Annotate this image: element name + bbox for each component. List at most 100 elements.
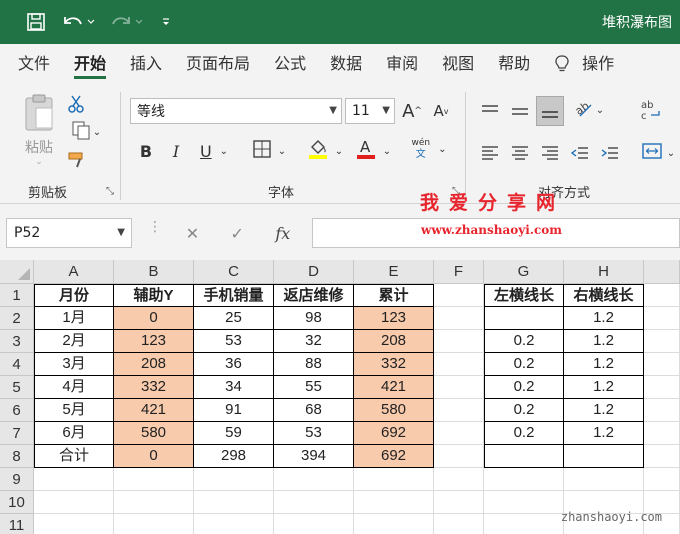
table-cell[interactable]: 4月 <box>34 376 114 399</box>
table-header-cell[interactable]: 右横线长 <box>564 284 644 307</box>
empty-cell[interactable] <box>484 514 564 534</box>
row-header-3[interactable]: 3 <box>0 330 34 353</box>
save-icon[interactable] <box>22 10 50 34</box>
table-cell[interactable]: 1.2 <box>564 330 644 353</box>
empty-cell[interactable] <box>114 468 194 491</box>
table-cell[interactable]: 合计 <box>34 445 114 468</box>
empty-cell[interactable] <box>564 468 644 491</box>
worksheet-grid[interactable]: A B C D E F G H 1 2 3 4 5 6 7 8 9 10 11 月份 辅助Y 手机销量 返店维修 累计 1月 0 2… <box>0 260 680 534</box>
tab-view[interactable]: 视图 <box>430 44 486 84</box>
column-header-b[interactable]: B <box>114 260 194 284</box>
table-cell[interactable]: 55 <box>274 376 354 399</box>
table-header-cell[interactable]: 辅助Y <box>114 284 194 307</box>
table-cell[interactable] <box>484 307 564 330</box>
table-cell[interactable]: 1.2 <box>564 307 644 330</box>
table-cell[interactable]: 34 <box>194 376 274 399</box>
table-cell[interactable]: 332 <box>114 376 194 399</box>
empty-cell[interactable] <box>434 330 484 353</box>
bold-icon[interactable]: B <box>136 138 156 164</box>
empty-cell[interactable] <box>194 468 274 491</box>
increase-font-icon[interactable]: A ^ <box>399 98 425 124</box>
column-header-g[interactable]: G <box>484 260 564 284</box>
select-all-button[interactable] <box>0 260 34 284</box>
empty-cell[interactable] <box>114 491 194 514</box>
empty-cell[interactable] <box>434 376 484 399</box>
table-cell[interactable]: 32 <box>274 330 354 353</box>
merge-center-button[interactable]: ⌄ <box>636 140 680 166</box>
table-cell[interactable]: 59 <box>194 422 274 445</box>
table-cell[interactable]: 1月 <box>34 307 114 330</box>
table-header-cell[interactable]: 累计 <box>354 284 434 307</box>
tab-insert[interactable]: 插入 <box>118 44 174 84</box>
column-header-e[interactable]: E <box>354 260 434 284</box>
fill-color-button[interactable]: ⌄ <box>304 138 346 164</box>
cancel-icon[interactable]: ✕ <box>186 224 199 243</box>
empty-cell[interactable] <box>484 491 564 514</box>
table-cell[interactable]: 332 <box>354 353 434 376</box>
column-header-c[interactable]: C <box>194 260 274 284</box>
row-header-9[interactable]: 9 <box>0 468 34 491</box>
table-cell[interactable]: 88 <box>274 353 354 376</box>
table-cell[interactable]: 692 <box>354 422 434 445</box>
copy-button[interactable]: ⌄ <box>66 120 106 144</box>
decrease-font-icon[interactable]: Av <box>428 98 454 124</box>
tab-formulas[interactable]: 公式 <box>262 44 318 84</box>
align-right-icon[interactable] <box>538 140 562 166</box>
table-cell[interactable]: 208 <box>354 330 434 353</box>
empty-cell[interactable] <box>434 307 484 330</box>
row-header-11[interactable]: 11 <box>0 514 34 534</box>
resize-handle[interactable]: ⋮ <box>148 220 162 234</box>
empty-cell[interactable] <box>644 353 680 376</box>
table-cell[interactable]: 53 <box>194 330 274 353</box>
table-cell[interactable]: 1.2 <box>564 422 644 445</box>
table-cell[interactable]: 421 <box>114 399 194 422</box>
align-bottom-icon[interactable] <box>536 96 564 126</box>
table-cell[interactable]: 580 <box>354 399 434 422</box>
table-cell[interactable]: 1.2 <box>564 399 644 422</box>
row-header-2[interactable]: 2 <box>0 307 34 330</box>
empty-cell[interactable] <box>34 514 114 534</box>
table-cell[interactable]: 36 <box>194 353 274 376</box>
table-cell[interactable]: 123 <box>354 307 434 330</box>
phonetic-button[interactable]: wén 文 ⌄ <box>406 134 452 164</box>
customize-icon[interactable] <box>158 10 174 34</box>
tell-me[interactable]: 操作 <box>542 44 614 84</box>
table-cell[interactable]: 91 <box>194 399 274 422</box>
empty-cell[interactable] <box>354 468 434 491</box>
empty-cell[interactable] <box>274 468 354 491</box>
format-painter-icon[interactable] <box>66 148 88 172</box>
font-name-combo[interactable]: 等线 ▼ <box>130 98 342 124</box>
empty-cell[interactable] <box>644 445 680 468</box>
empty-cell[interactable] <box>34 491 114 514</box>
table-cell[interactable]: 5月 <box>34 399 114 422</box>
empty-cell[interactable] <box>194 491 274 514</box>
orientation-button[interactable]: ab ⌄ <box>568 96 608 124</box>
undo-icon[interactable] <box>58 10 98 34</box>
empty-cell[interactable] <box>434 468 484 491</box>
empty-cell[interactable] <box>194 514 274 534</box>
table-cell[interactable]: 0.2 <box>484 399 564 422</box>
align-center-icon[interactable] <box>508 140 532 166</box>
column-header-f[interactable]: F <box>434 260 484 284</box>
row-header-5[interactable]: 5 <box>0 376 34 399</box>
confirm-icon[interactable]: ✓ <box>231 224 244 243</box>
empty-cell[interactable] <box>434 445 484 468</box>
empty-cell[interactable] <box>434 284 484 307</box>
row-header-7[interactable]: 7 <box>0 422 34 445</box>
underline-button[interactable]: U ⌄ <box>194 138 234 164</box>
align-top-icon[interactable] <box>478 98 502 124</box>
empty-cell[interactable] <box>644 422 680 445</box>
empty-cell[interactable] <box>274 491 354 514</box>
table-cell[interactable]: 2月 <box>34 330 114 353</box>
empty-cell[interactable] <box>434 491 484 514</box>
empty-cell[interactable] <box>434 422 484 445</box>
table-cell[interactable]: 98 <box>274 307 354 330</box>
row-header-1[interactable]: 1 <box>0 284 34 307</box>
tab-help[interactable]: 帮助 <box>486 44 542 84</box>
table-cell[interactable]: 3月 <box>34 353 114 376</box>
row-header-4[interactable]: 4 <box>0 353 34 376</box>
empty-cell[interactable] <box>274 514 354 534</box>
table-cell[interactable]: 208 <box>114 353 194 376</box>
table-cell[interactable]: 68 <box>274 399 354 422</box>
row-header-10[interactable]: 10 <box>0 491 34 514</box>
